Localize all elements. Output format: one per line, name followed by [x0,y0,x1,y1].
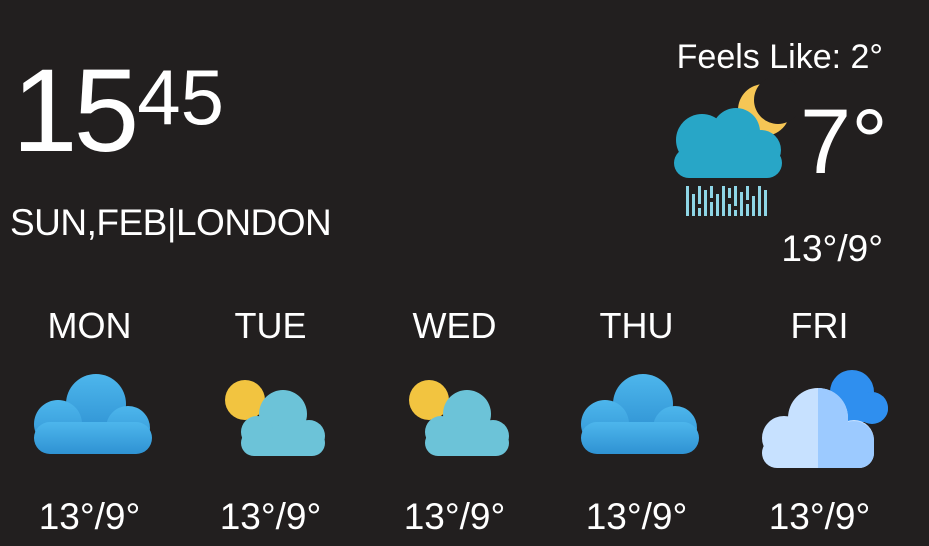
forecast-day-range: 13°/9° [403,496,506,537]
partly-sunny-icon [408,380,509,456]
forecast-row: MON 13°/9° TUE 13°/9° WED 13°/9° THU 13°… [0,302,929,542]
forecast-day-range: 13°/9° [768,496,871,537]
forecast-day-range: 13°/9° [585,496,688,537]
forecast-day-range: 13°/9° [38,496,141,537]
forecast-day-name: FRI [790,305,849,346]
clock-hours: 15 [12,45,139,177]
clock: 1545 [12,52,224,170]
partly-sunny-icon [224,380,325,456]
feels-like: Feels Like: 2° [676,38,883,76]
forecast-day-range: 13°/9° [219,496,322,537]
clock-minutes: 45 [137,53,225,141]
forecast-day: TUE 13°/9° [179,302,362,538]
forecast-day-name: MON [47,305,132,346]
cloud-icon [33,374,152,454]
forecast-day: FRI 13°/9° [728,302,911,538]
forecast-day-name: TUE [234,305,307,346]
current-temperature-range: 13°/9° [781,228,883,269]
forecast-day: THU 13°/9° [545,302,728,538]
date-location: SUN,FEB|LONDON [10,202,332,243]
forecast-day-name: THU [599,305,674,346]
night-rain-cloud-icon [674,78,796,216]
forecast-day-name: WED [412,305,497,346]
forecast-day: MON 13°/9° [0,302,181,538]
overcast-clouds-icon [761,370,888,468]
forecast-day: WED 13°/9° [363,302,546,538]
cloud-icon [580,374,699,454]
current-temperature: 7° [800,91,888,193]
